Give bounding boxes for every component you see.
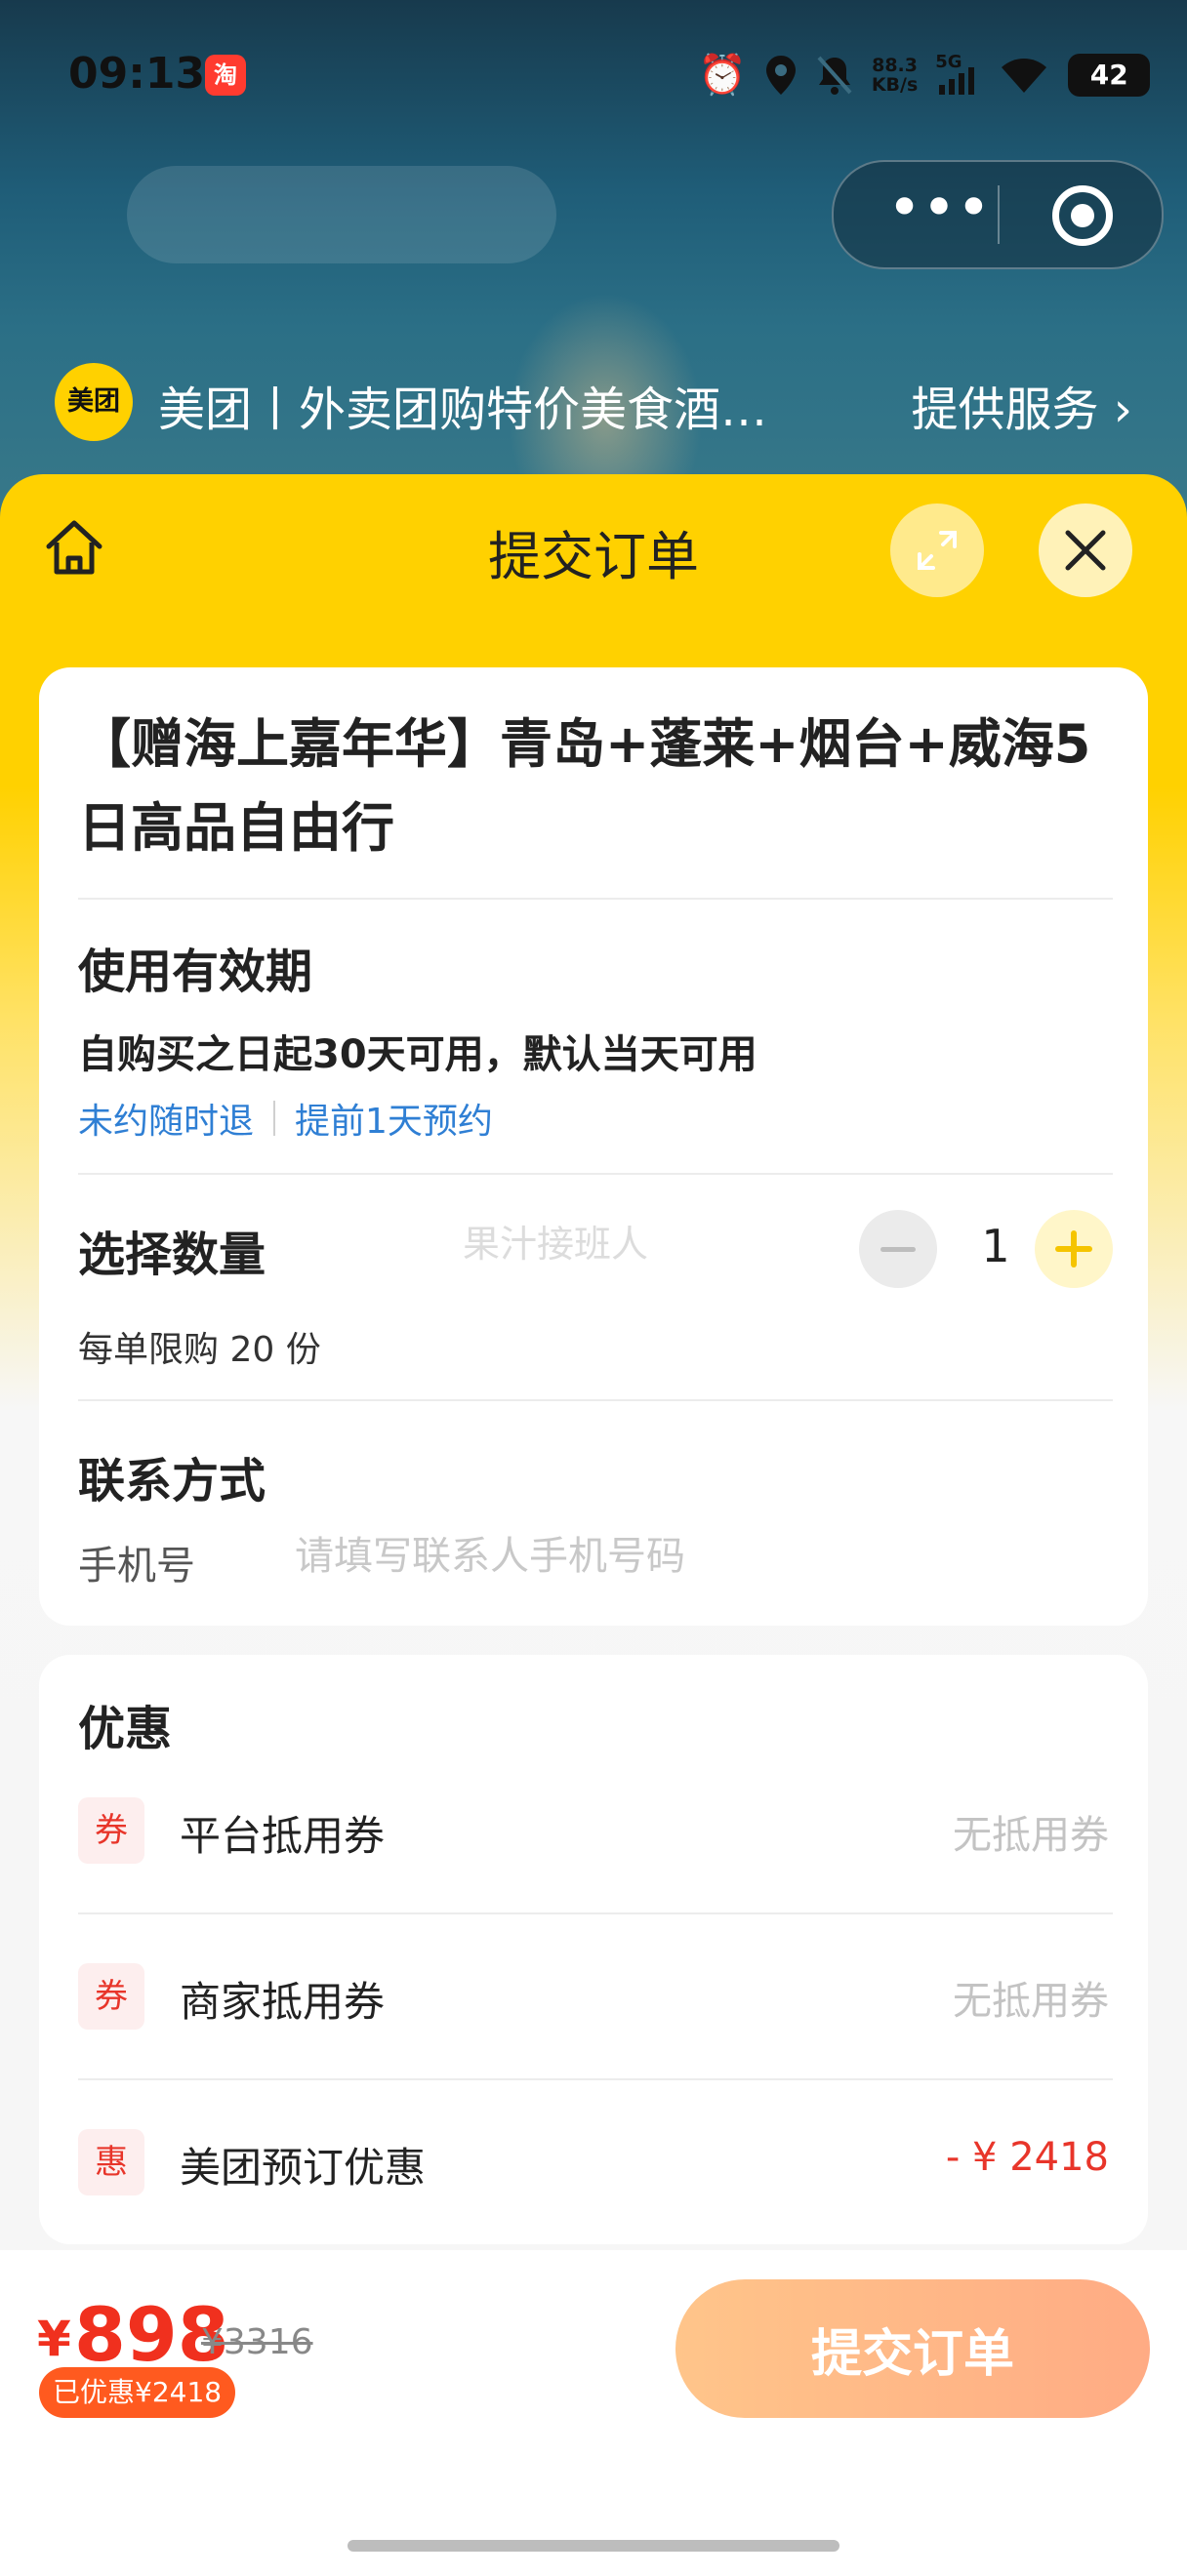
net-speed: 88.3 KB/s [871,55,919,96]
status-icons: ⏰ 88.3 KB/s 5G 42 [698,51,1151,100]
discount-badge: 惠 [78,2129,144,2195]
product-title: 【赠海上嘉年华】青岛+蓬莱+烟台+威海5日高品自由行 [78,713,1091,859]
miniprogram-info-bar: 美团 美团丨外卖团购特价美食酒… 提供服务 › [55,361,1132,443]
tag-separator [273,1101,276,1136]
close-miniprogram-button[interactable] [1052,185,1113,246]
wifi-icon [1002,59,1047,93]
validity-text: 自购买之日起30天可用，默认当天可用 [78,1032,757,1077]
checkout-bar: ¥ 898 ¥3316 已优惠¥2418 提交订单 [0,2250,1187,2576]
divider [78,1399,1113,1401]
purchase-limit: 每单限购 20 份 [78,1330,321,1370]
submit-order-button[interactable]: 提交订单 [675,2279,1150,2418]
phone-label: 手机号 [78,1544,195,1589]
reservation-tag: 提前1天预约 [295,1102,493,1142]
watermark-text: 果汁接班人 [463,1223,649,1266]
more-options-button[interactable]: ••• [880,179,998,246]
battery-indicator: 42 [1068,54,1151,97]
quantity-value: 1 [981,1220,1010,1272]
product-card: 【赠海上嘉年华】青岛+蓬莱+烟台+威海5日高品自由行 使用有效期 自购买之日起3… [39,667,1148,1626]
merchant-coupon-row[interactable]: 券 商家抵用券 无抵用券 [39,1914,1148,2078]
blurred-header-element [127,166,556,263]
location-icon [765,56,796,95]
mute-bell-icon [817,56,852,95]
miniprogram-capsule: ••• [832,160,1164,269]
expand-button[interactable] [890,503,984,597]
divider [78,898,1113,900]
service-provider-link[interactable]: 提供服务 › [912,371,1132,439]
quantity-decrease-button[interactable] [859,1210,937,1288]
coupon-badge: 券 [78,1963,144,2030]
expand-icon [918,531,957,570]
signal-bars-icon [939,67,975,95]
phone-input[interactable] [293,1526,1097,1587]
price-currency: ¥ [37,2311,71,2367]
page-title: 提交订单 [488,526,699,587]
alarm-icon: ⏰ [698,53,747,98]
original-price: ¥3316 [201,2322,313,2362]
quantity-increase-button[interactable] [1035,1210,1113,1288]
contact-heading: 联系方式 [78,1454,266,1509]
taobao-app-icon: 淘 [205,55,246,96]
coupon-badge: 券 [78,1797,144,1864]
discount-label: 美团预订优惠 [180,2144,427,2192]
cellular-signal: 5G [935,52,980,97]
close-icon [1065,530,1106,571]
coupon-value: 无抵用券 [953,1813,1109,1858]
validity-heading: 使用有效期 [78,945,313,999]
close-button[interactable] [1039,503,1132,597]
capsule-divider [998,185,1000,244]
platform-coupon-row[interactable]: 券 平台抵用券 无抵用券 [39,1749,1148,1912]
booking-discount-row: 惠 美团预订优惠 - ¥ 2418 [39,2080,1148,2244]
coupon-label: 商家抵用券 [180,1978,386,2026]
miniprogram-title: 美团丨外卖团购特价美食酒… [158,382,768,437]
service-provider-label: 提供服务 [911,382,1099,437]
refund-tag: 未约随时退 [78,1102,255,1142]
status-time: 09:13 [68,49,206,99]
coupon-label: 平台抵用券 [180,1812,386,1860]
policy-tags: 未约随时退 提前1天预约 [78,1093,493,1144]
discount-value: - ¥ 2418 [945,2135,1109,2180]
savings-badge: 已优惠¥2418 [39,2367,236,2418]
coupon-value: 无抵用券 [953,1979,1109,2024]
home-indicator[interactable] [348,2540,839,2552]
quantity-heading: 选择数量 [78,1228,266,1282]
status-bar: 09:13 淘 ⏰ 88.3 KB/s 5G 42 [0,0,1187,156]
discounts-card: 优惠 券 平台抵用券 无抵用券 券 商家抵用券 无抵用券 惠 美团预订优惠 - … [39,1655,1148,2244]
meituan-logo: 美团 [55,363,133,441]
chevron-right-icon: › [1098,382,1132,437]
divider [78,1173,1113,1175]
